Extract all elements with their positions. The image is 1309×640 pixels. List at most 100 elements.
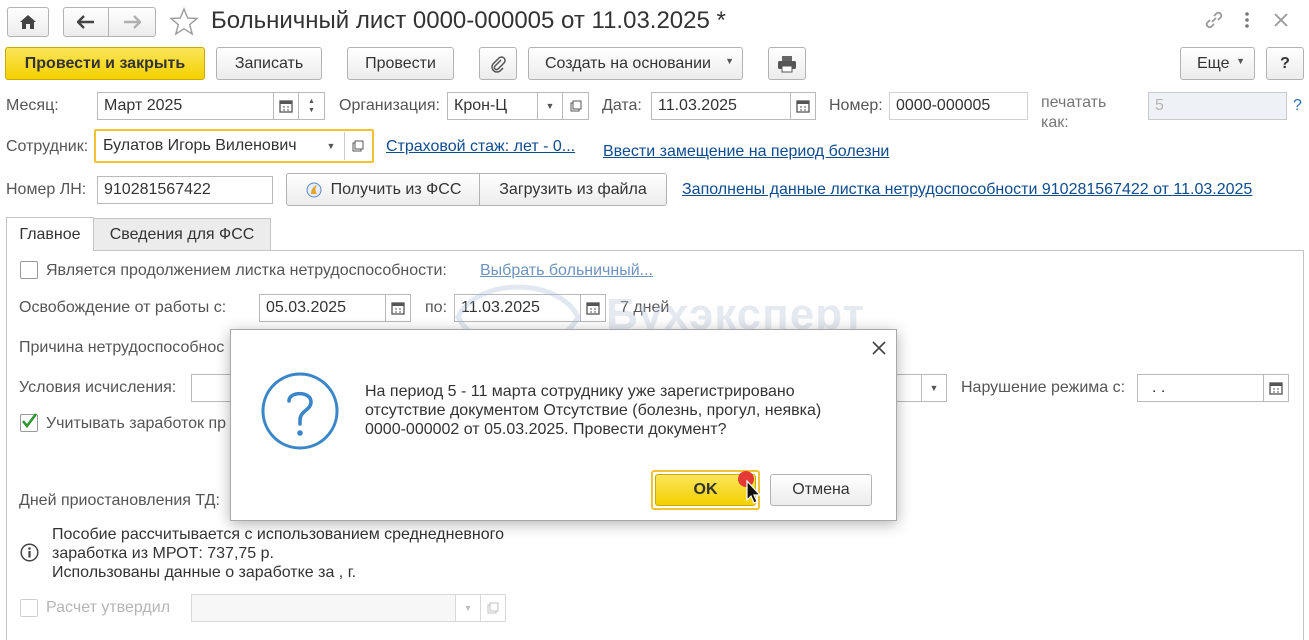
confirm-dialog: На период 5 - 11 марта сотруднику уже за… [230,329,897,521]
post-and-close-button[interactable]: Провести и закрыть [5,47,205,80]
organization-label: Организация: [339,97,440,114]
suspend-days-label: Дней приостановления ТД: [19,492,220,509]
approved-checkbox[interactable] [20,599,38,617]
help-button[interactable]: ? [1266,47,1304,80]
earnings-checkbox[interactable] [20,413,38,432]
dropdown-arrow-icon: ▼ [463,603,473,613]
violation-label: Нарушение режима с: [961,379,1126,396]
question-icon [261,372,339,450]
tab-main[interactable]: Главное [6,217,94,251]
checkmark-icon [21,413,38,429]
save-button[interactable]: Записать [216,47,322,80]
approved-open-button[interactable] [480,594,506,622]
filled-data-link[interactable]: Заполнены данные листка нетрудоспособнос… [682,180,1252,200]
month-input[interactable]: Март 2025 [97,92,274,120]
open-icon [352,140,364,152]
close-dialog-icon[interactable] [871,340,887,356]
calendar-icon [796,100,810,113]
cancel-button[interactable]: Отмена [770,474,872,506]
organization-input[interactable]: Крон-Ц [447,92,538,120]
print-as-label: печатать как: [1041,93,1106,133]
print-button[interactable] [768,47,806,80]
dropdown-arrow-icon: ▼ [929,383,939,393]
ln-number-input[interactable]: 910281567422 [97,176,273,204]
tab-main-label: Главное [19,225,81,243]
print-as-help[interactable]: ? [1293,96,1302,116]
release-to-label: по: [425,299,448,316]
benefit-info-line3: Использованы данные о заработке за , г. [52,564,357,581]
month-label: Месяц: [6,97,59,114]
print-as-input[interactable]: 5 [1148,92,1287,120]
approved-dropdown-button[interactable]: ▼ [455,594,481,622]
create-based-on-label: Создать на основании [545,54,711,72]
back-button[interactable] [63,7,109,37]
date-input[interactable]: 11.03.2025 [651,92,791,120]
employee-dropdown-button[interactable]: ▼ [318,132,344,160]
approved-input[interactable] [191,594,456,622]
reason-label: Причина нетрудоспособнос [19,339,225,356]
print-as-label-line1: печатать [1041,94,1107,111]
conditions-label: Условия исчисления: [19,379,177,396]
organization-dropdown-button[interactable]: ▼ [537,92,563,120]
date-calendar-button[interactable] [790,92,816,120]
stepper-up-icon[interactable]: ▲ [308,97,315,106]
conditions-dropdown-button[interactable]: ▼ [921,374,947,402]
approved-label: Расчет утвердил [46,599,171,616]
star-icon[interactable] [169,7,199,37]
replacement-link[interactable]: Ввести замещение на период болезни [603,142,889,162]
stepper-down-icon[interactable]: ▼ [308,106,315,115]
ln-number-label: Номер ЛН: [6,181,87,198]
dropdown-arrow-icon: ▼ [545,101,555,111]
earnings-label: Учитывать заработок пр [46,415,227,432]
calendar-icon [391,302,405,315]
calendar-icon [279,100,293,113]
link-icon[interactable] [1203,9,1225,31]
get-from-fss-label: Получить из ФСС [330,180,462,198]
organization-open-button[interactable] [562,92,589,120]
open-icon [487,602,499,614]
employee-input[interactable]: Булатов Игорь Виленович [97,132,319,160]
benefit-info-text: Пособие рассчитывается с использованием … [52,525,504,582]
fss-icon [306,182,322,197]
employee-open-button[interactable] [344,132,371,160]
load-from-file-button[interactable]: Загрузить из файла [479,173,667,206]
post-button[interactable]: Провести [347,47,454,80]
home-button[interactable] [7,7,49,37]
open-icon [570,100,581,112]
benefit-info-line1: Пособие рассчитывается с использованием … [52,526,504,543]
date-label: Дата: [602,97,642,114]
violation-calendar-button[interactable] [1263,374,1289,402]
attach-button[interactable] [479,47,517,80]
month-stepper[interactable]: ▲ ▼ [298,92,325,120]
get-from-fss-button[interactable]: Получить из ФСС [286,173,480,206]
release-from-label: Освобождение от работы с: [19,299,227,316]
home-icon [20,15,36,29]
info-icon [20,543,39,562]
tab-fss-info[interactable]: Сведения для ФСС [93,218,271,251]
continuation-label: Является продолжением листка нетрудоспос… [46,262,447,279]
tab-fss-info-label: Сведения для ФСС [109,226,255,243]
printer-icon [778,55,796,72]
create-based-on-button[interactable]: Создать на основании ▼ [528,47,743,80]
month-calendar-button[interactable] [273,92,299,120]
continuation-checkbox[interactable] [20,261,38,279]
calendar-icon [586,302,600,315]
dropdown-arrow-icon: ▼ [326,141,336,151]
dialog-message-line2: отсутствие документом Отсутствие (болезн… [365,402,822,419]
dropdown-arrow-icon: ▼ [725,56,734,66]
window-title: Больничный лист 0000-000005 от 11.03.202… [211,7,726,34]
release-from-input[interactable]: 05.03.2025 [259,294,386,322]
number-input[interactable]: 0000-000005 [889,92,1028,120]
violation-input[interactable]: . . [1137,374,1264,402]
insurance-experience-link[interactable]: Страховой стаж: лет - 0... [386,137,575,157]
print-as-label-line2: как: [1041,114,1069,131]
dialog-message: На период 5 - 11 марта сотруднику уже за… [365,382,821,439]
more-vertical-icon[interactable] [1243,10,1251,30]
release-from-calendar-button[interactable] [385,294,411,322]
dialog-message-line1: На период 5 - 11 марта сотруднику уже за… [365,383,795,400]
dropdown-arrow-icon: ▼ [1236,56,1245,66]
more-button[interactable]: Еще ▼ [1180,47,1255,80]
benefit-info-line2: заработка из МРОТ: 737,75 р. [52,545,274,562]
close-window-icon[interactable] [1272,11,1290,29]
forward-button[interactable] [108,7,156,37]
